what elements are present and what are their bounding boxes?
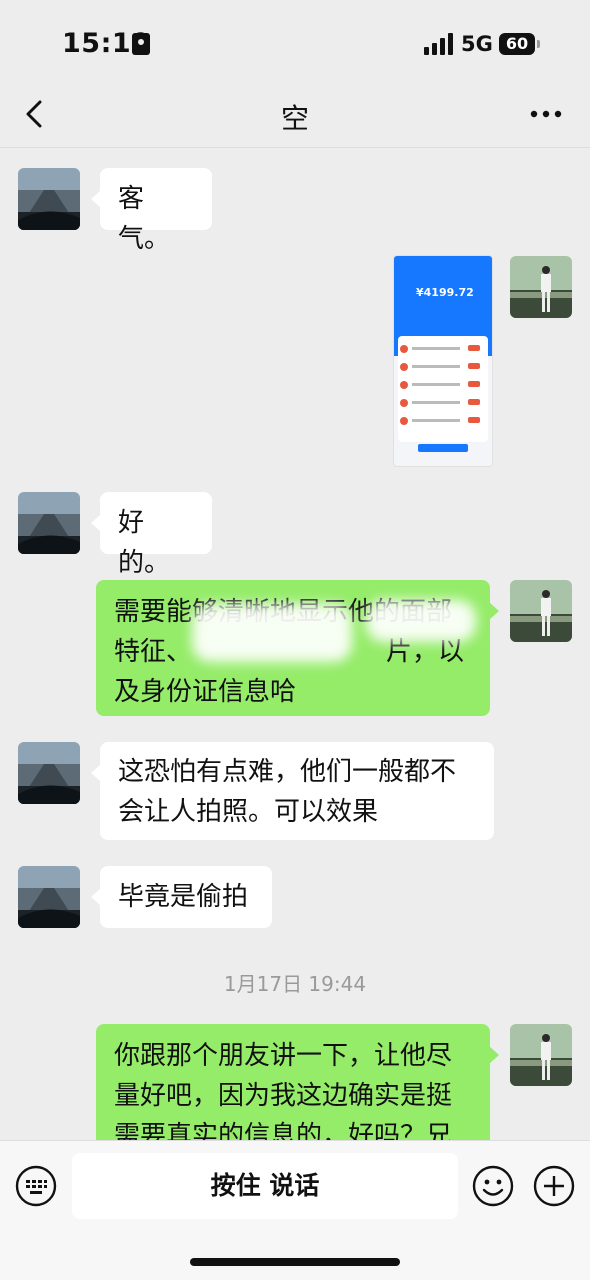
image-message[interactable]: ¥4199.72 bbox=[394, 256, 492, 466]
keyboard-icon[interactable] bbox=[15, 1165, 57, 1207]
more-icon[interactable] bbox=[528, 100, 564, 128]
message-text: 好的。 bbox=[118, 508, 171, 578]
blur-redaction bbox=[192, 604, 352, 662]
blur-redaction bbox=[366, 600, 476, 642]
image-row bbox=[400, 344, 486, 354]
message-text-line3: 及身份证信息哈 bbox=[114, 677, 297, 707]
contact-avatar[interactable] bbox=[18, 866, 80, 928]
contact-avatar[interactable] bbox=[18, 742, 80, 804]
message-bubble[interactable]: 好的。 bbox=[91, 492, 212, 578]
message-bubble[interactable]: 毕竟是偷拍 bbox=[91, 866, 272, 928]
image-row bbox=[400, 416, 486, 426]
message-text-line2: 会让人拍照。可以效果 bbox=[118, 797, 379, 827]
emoji-icon[interactable] bbox=[472, 1165, 514, 1207]
home-indicator bbox=[190, 1258, 400, 1266]
image-row bbox=[400, 362, 486, 372]
image-confirm-button bbox=[418, 444, 468, 452]
message-bubble[interactable]: 客气。 bbox=[91, 168, 212, 254]
chat-timestamp: 1月17日 19:44 bbox=[223, 972, 367, 996]
payment-amount: ¥4199.72 bbox=[416, 286, 474, 299]
hold-to-talk-button[interactable]: 按住 说话 bbox=[72, 1153, 458, 1219]
message-text-line2: 量好吧，因为我这边确实是挺 bbox=[114, 1081, 453, 1111]
signal-icon bbox=[424, 33, 454, 55]
message-text-line1: 你跟那个朋友讲一下，让他尽 bbox=[114, 1041, 453, 1071]
image-row bbox=[400, 398, 486, 408]
chat-header: 空 bbox=[0, 80, 590, 148]
message-bubble[interactable]: 这恐怕有点难，他们一般都不 会让人拍照。可以效果 bbox=[91, 742, 494, 840]
contact-avatar[interactable] bbox=[18, 492, 80, 554]
battery-icon: 60 bbox=[499, 33, 535, 55]
network-type: 5G bbox=[461, 32, 493, 56]
message-text: 毕竟是偷拍 bbox=[118, 882, 249, 912]
status-bar: 15:10 5G 60 bbox=[0, 0, 590, 80]
message-text: 客气。 bbox=[118, 184, 171, 254]
message-bubble[interactable]: 需要能够清晰地显示他的面部 特征、 片，以 及身份证信息哈 bbox=[96, 580, 499, 716]
my-avatar[interactable] bbox=[510, 580, 572, 642]
message-text-line2a: 特征、 bbox=[114, 637, 193, 667]
contact-card-icon bbox=[132, 33, 150, 55]
battery-cap bbox=[537, 40, 540, 48]
chat-title: 空 bbox=[280, 102, 309, 135]
message-text-line1: 这恐怕有点难，他们一般都不 bbox=[118, 757, 457, 787]
image-row bbox=[400, 380, 486, 390]
plus-icon[interactable] bbox=[533, 1165, 575, 1207]
contact-avatar[interactable] bbox=[18, 168, 80, 230]
my-avatar[interactable] bbox=[510, 1024, 572, 1086]
my-avatar[interactable] bbox=[510, 256, 572, 318]
